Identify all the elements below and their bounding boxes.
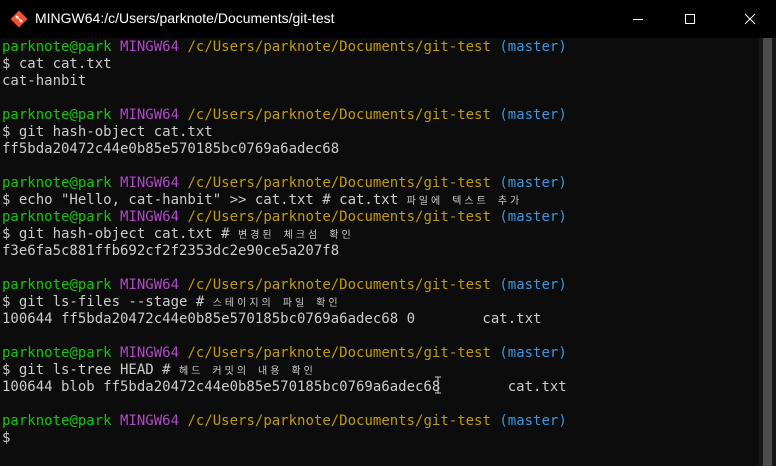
command-line: $ echo "Hello, cat-hanbit" >> cat.txt # … <box>2 192 759 209</box>
text-cursor-icon <box>434 376 442 394</box>
prompt-shell: MINGW64 <box>120 345 180 361</box>
command-line: $ git ls-files --stage # 스테이지의 파일 확인 <box>2 294 759 311</box>
vertical-scrollbar[interactable] <box>759 38 776 466</box>
prompt-shell: MINGW64 <box>120 39 180 55</box>
prompt-line: parknote@park MINGW64 /c/Users/parknote/… <box>2 175 759 192</box>
prompt-branch: (master) <box>499 345 567 361</box>
prompt-path: /c/Users/parknote/Documents/git-test <box>187 107 491 123</box>
output-text: 100644 ff5bda20472c44e0b85e570185bc0769a… <box>2 311 542 327</box>
prompt-user: parknote@park <box>2 209 112 225</box>
output-text: ff5bda20472c44e0b85e570185bc0769a6adec68 <box>2 141 340 157</box>
title-bar[interactable]: MINGW64:/c/Users/parknote/Documents/git-… <box>0 0 776 38</box>
prompt-user: parknote@park <box>2 175 112 191</box>
prompt-user: parknote@park <box>2 277 112 293</box>
prompt-user: parknote@park <box>2 413 112 429</box>
close-icon <box>744 10 756 29</box>
command-comment: 변경된 체크섬 확인 <box>238 230 354 241</box>
prompt-user: parknote@park <box>2 39 112 55</box>
prompt-shell: MINGW64 <box>120 175 180 191</box>
command-text: $ git ls-files --stage # <box>2 294 213 310</box>
terminal-window: MINGW64:/c/Users/parknote/Documents/git-… <box>0 0 776 466</box>
terminal-output[interactable]: parknote@park MINGW64 /c/Users/parknote/… <box>0 38 759 466</box>
window-title: MINGW64:/c/Users/parknote/Documents/git-… <box>35 10 335 26</box>
command-line: $ <box>2 430 759 447</box>
command-text: $ git ls-tree HEAD # <box>2 362 180 378</box>
output-line: 100644 blob ff5bda20472c44e0b85e570185bc… <box>2 379 759 396</box>
prompt-path: /c/Users/parknote/Documents/git-test <box>187 209 491 225</box>
output-line: f3e6fa5c881ffb692cf2f2353dc2e90ce5a207f8 <box>2 243 759 260</box>
prompt-branch: (master) <box>499 209 567 225</box>
prompt-shell: MINGW64 <box>120 277 180 293</box>
command-line: $ cat cat.txt <box>2 56 759 73</box>
prompt-path: /c/Users/parknote/Documents/git-test <box>187 39 491 55</box>
prompt-user: parknote@park <box>2 345 112 361</box>
prompt-line: parknote@park MINGW64 /c/Users/parknote/… <box>2 413 759 430</box>
command-line: $ git ls-tree HEAD # 헤드 커밋의 내용 확인 <box>2 362 759 379</box>
prompt-path: /c/Users/parknote/Documents/git-test <box>187 345 491 361</box>
prompt-user: parknote@park <box>2 107 112 123</box>
minimize-icon <box>632 10 644 29</box>
prompt-branch: (master) <box>499 107 567 123</box>
prompt-path: /c/Users/parknote/Documents/git-test <box>187 175 491 191</box>
prompt-shell: MINGW64 <box>120 209 180 225</box>
prompt-path: /c/Users/parknote/Documents/git-test <box>187 277 491 293</box>
prompt-line: parknote@park MINGW64 /c/Users/parknote/… <box>2 277 759 294</box>
maximize-button[interactable] <box>667 0 713 38</box>
scrollbar-thumb[interactable] <box>763 38 772 466</box>
output-text: 100644 blob ff5bda20472c44e0b85e570185bc… <box>2 379 567 395</box>
close-button[interactable] <box>727 0 773 38</box>
git-bash-icon <box>10 10 28 28</box>
output-line: ff5bda20472c44e0b85e570185bc0769a6adec68 <box>2 141 759 158</box>
prompt-shell: MINGW64 <box>120 413 180 429</box>
prompt-branch: (master) <box>499 413 567 429</box>
prompt-line: parknote@park MINGW64 /c/Users/parknote/… <box>2 107 759 124</box>
command-comment: 파일에 텍스트 추가 <box>406 196 523 207</box>
output-line: cat-hanbit <box>2 73 759 90</box>
prompt-line: parknote@park MINGW64 /c/Users/parknote/… <box>2 209 759 226</box>
output-text: cat-hanbit <box>2 73 87 89</box>
prompt-line: parknote@park MINGW64 /c/Users/parknote/… <box>2 39 759 56</box>
prompt-branch: (master) <box>499 175 567 191</box>
command-text: $ <box>2 430 11 446</box>
output-text: f3e6fa5c881ffb692cf2f2353dc2e90ce5a207f8 <box>2 243 340 259</box>
command-text: $ git hash-object cat.txt <box>2 124 213 140</box>
prompt-shell: MINGW64 <box>120 107 180 123</box>
command-text: $ git hash-object cat.txt # <box>2 226 239 242</box>
command-text: $ cat cat.txt <box>2 56 112 72</box>
prompt-path: /c/Users/parknote/Documents/git-test <box>187 413 491 429</box>
prompt-branch: (master) <box>499 39 567 55</box>
maximize-icon <box>684 10 696 29</box>
command-line: $ git hash-object cat.txt # 변경된 체크섬 확인 <box>2 226 759 243</box>
output-line: 100644 ff5bda20472c44e0b85e570185bc0769a… <box>2 311 759 328</box>
prompt-line: parknote@park MINGW64 /c/Users/parknote/… <box>2 345 759 362</box>
command-comment: 헤드 커밋의 내용 확인 <box>179 366 316 377</box>
prompt-branch: (master) <box>499 277 567 293</box>
minimize-button[interactable] <box>615 0 661 38</box>
command-line: $ git hash-object cat.txt <box>2 124 759 141</box>
command-comment: 스테이지의 파일 확인 <box>212 298 341 309</box>
command-text: $ echo "Hello, cat-hanbit" >> cat.txt # … <box>2 192 407 208</box>
